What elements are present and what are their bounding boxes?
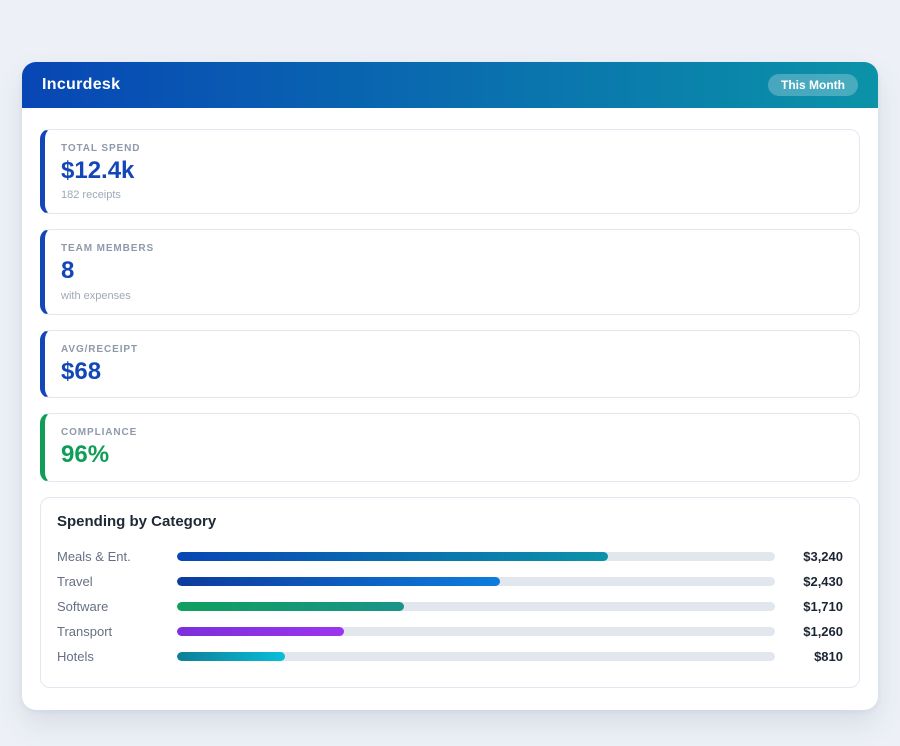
stat-card-avg-receipt: AVG/RECEIPT $68	[40, 330, 860, 398]
bar-fill-meals	[177, 552, 608, 561]
stat-label: AVG/RECEIPT	[61, 344, 843, 355]
bar-fill-travel	[177, 577, 500, 586]
bar-track	[177, 577, 775, 586]
dashboard-panel: Incurdesk This Month TOTAL SPEND $12.4k …	[22, 62, 878, 710]
bar-track	[177, 552, 775, 561]
chart-row-meals: Meals & Ent. $3,240	[57, 544, 843, 569]
category-label: Hotels	[57, 649, 177, 664]
bar-track	[177, 602, 775, 611]
stat-value: $68	[61, 359, 843, 385]
chart-row-travel: Travel $2,430	[57, 569, 843, 594]
chart-row-hotels: Hotels $810	[57, 644, 843, 669]
category-value: $1,260	[775, 624, 843, 639]
spending-by-category-card: Spending by Category Meals & Ent. $3,240…	[40, 497, 860, 688]
stat-card-team-members: TEAM MEMBERS 8 with expenses	[40, 229, 860, 314]
stat-card-compliance: COMPLIANCE 96%	[40, 413, 860, 481]
app-header: Incurdesk This Month	[22, 62, 878, 108]
category-label: Meals & Ent.	[57, 549, 177, 564]
category-value: $2,430	[775, 574, 843, 589]
period-badge[interactable]: This Month	[768, 74, 858, 96]
stat-value: 8	[61, 258, 843, 284]
dashboard-content: TOTAL SPEND $12.4k 182 receipts TEAM MEM…	[22, 108, 878, 710]
bar-track	[177, 652, 775, 661]
stat-card-total-spend: TOTAL SPEND $12.4k 182 receipts	[40, 129, 860, 214]
category-label: Transport	[57, 624, 177, 639]
chart-title: Spending by Category	[57, 513, 843, 530]
category-value: $810	[775, 649, 843, 664]
stat-subtext: 182 receipts	[61, 189, 843, 201]
bar-fill-hotels	[177, 652, 285, 661]
bar-fill-transport	[177, 627, 344, 636]
category-value: $3,240	[775, 549, 843, 564]
category-value: $1,710	[775, 599, 843, 614]
stat-subtext: with expenses	[61, 290, 843, 302]
stat-label: COMPLIANCE	[61, 427, 843, 438]
category-label: Software	[57, 599, 177, 614]
stat-value: $12.4k	[61, 158, 843, 184]
chart-row-transport: Transport $1,260	[57, 619, 843, 644]
bar-track	[177, 627, 775, 636]
stat-label: TOTAL SPEND	[61, 143, 843, 154]
bar-fill-software	[177, 602, 404, 611]
stat-label: TEAM MEMBERS	[61, 243, 843, 254]
app-title: Incurdesk	[42, 76, 120, 94]
category-label: Travel	[57, 574, 177, 589]
stat-value: 96%	[61, 442, 843, 468]
chart-row-software: Software $1,710	[57, 594, 843, 619]
